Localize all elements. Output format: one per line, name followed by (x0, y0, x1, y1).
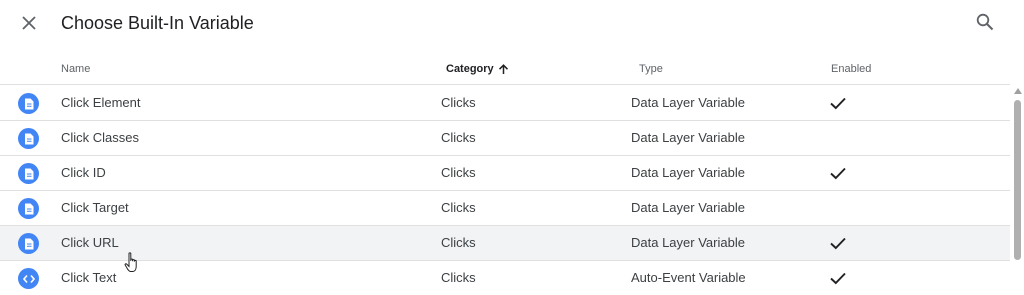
variable-category: Clicks (441, 130, 476, 145)
scroll-up-arrow-icon[interactable] (1013, 86, 1023, 96)
variable-category: Clicks (441, 165, 476, 180)
variable-category: Clicks (441, 235, 476, 250)
column-header-category[interactable]: Category (446, 62, 509, 76)
dialog-title: Choose Built-In Variable (61, 13, 254, 33)
variable-list: Click Element Clicks Data Layer Variable… (0, 86, 1010, 295)
variable-name: Click URL (61, 235, 119, 250)
variable-type: Data Layer Variable (631, 200, 745, 215)
variable-type: Data Layer Variable (631, 130, 745, 145)
table-row[interactable]: Click Text Clicks Auto-Event Variable (0, 261, 1010, 295)
table-row[interactable]: Click ID Clicks Data Layer Variable (0, 156, 1010, 191)
check-icon (830, 97, 846, 110)
variable-name: Click Text (61, 270, 117, 285)
variable-name: Click ID (61, 165, 106, 180)
table-header: Name Category Type Enabled (0, 57, 1010, 85)
document-icon (18, 93, 39, 114)
variable-type: Auto-Event Variable (631, 270, 746, 285)
close-button[interactable] (17, 11, 41, 35)
table-row[interactable]: Click URL Clicks Data Layer Variable (0, 226, 1010, 261)
check-icon (830, 237, 846, 250)
variable-name: Click Element (61, 95, 141, 110)
check-icon (830, 167, 846, 180)
document-icon (18, 163, 39, 184)
document-icon (18, 233, 39, 254)
dialog-header: Choose Built-In Variable (0, 0, 1024, 46)
variable-type: Data Layer Variable (631, 95, 745, 110)
table-row[interactable]: Click Classes Clicks Data Layer Variable (0, 121, 1010, 156)
code-icon (18, 268, 39, 289)
column-header-enabled[interactable]: Enabled (831, 62, 871, 76)
arrow-up-icon (498, 63, 508, 74)
search-button[interactable] (973, 10, 997, 34)
variable-category: Clicks (441, 95, 476, 110)
table-row[interactable]: Click Element Clicks Data Layer Variable (0, 86, 1010, 121)
column-header-type[interactable]: Type (639, 62, 663, 76)
search-icon (976, 13, 994, 31)
scrollbar-thumb[interactable] (1014, 100, 1021, 260)
variable-category: Clicks (441, 200, 476, 215)
variable-name: Click Classes (61, 130, 140, 145)
variable-type: Data Layer Variable (631, 235, 745, 250)
check-icon (830, 272, 846, 285)
variable-type: Data Layer Variable (631, 165, 745, 180)
column-header-category-label: Category (446, 63, 494, 75)
document-icon (18, 128, 39, 149)
table-row[interactable]: Click Target Clicks Data Layer Variable (0, 191, 1010, 226)
document-icon (18, 198, 39, 219)
variable-name: Click Target (61, 200, 129, 215)
column-header-name[interactable]: Name (61, 62, 90, 76)
close-icon (22, 16, 36, 30)
scrollbar[interactable] (1012, 86, 1024, 295)
variable-category: Clicks (441, 270, 476, 285)
